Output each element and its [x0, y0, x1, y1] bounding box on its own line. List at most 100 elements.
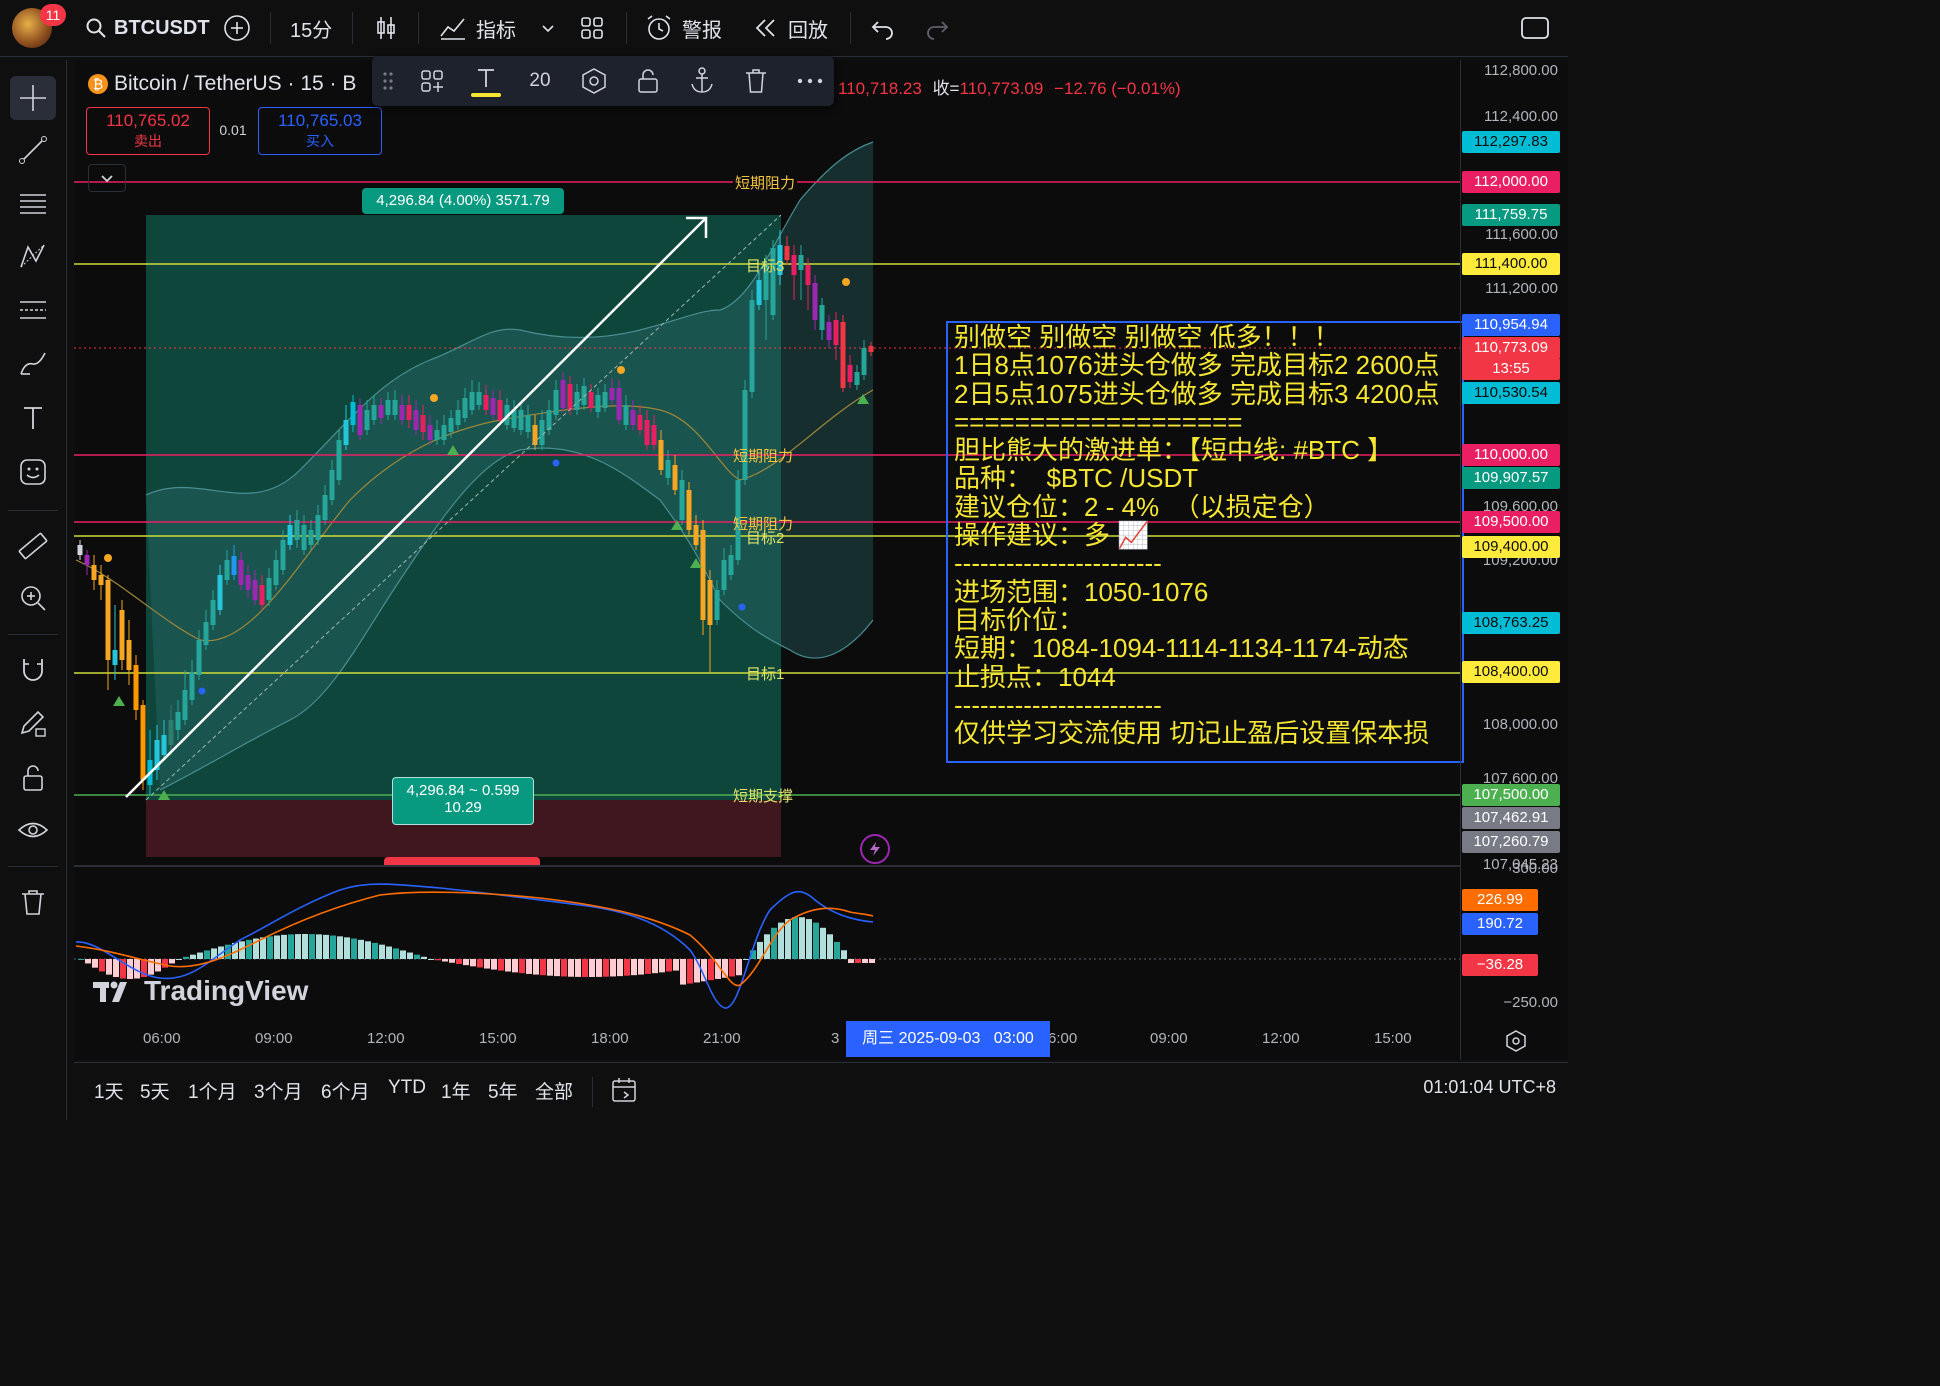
lock-drawing-button[interactable]	[628, 56, 668, 106]
clock-timezone[interactable]: 01:01:04 UTC+8	[1423, 1077, 1556, 1098]
range-button[interactable]: 5天	[140, 1077, 170, 1104]
text-tool[interactable]	[10, 396, 56, 440]
magnet-tool[interactable]	[10, 648, 56, 692]
position-info-box[interactable]: 4,296.84 ~ 0.599 10.29	[392, 777, 534, 825]
range-button[interactable]: 3个月	[254, 1077, 303, 1104]
candle-body	[112, 650, 118, 665]
macd-bar	[372, 942, 378, 959]
range-button[interactable]: 全部	[535, 1077, 573, 1104]
pencil-lock-icon	[20, 710, 46, 737]
candle-body	[133, 665, 139, 710]
buy-button[interactable]: 110,765.03 买入	[258, 107, 382, 155]
font-size-dropdown[interactable]: 20	[520, 56, 560, 106]
symbol-legend[interactable]: ₿ Bitcoin / TetherUS · 15 · B	[88, 70, 356, 98]
candle-body	[434, 430, 440, 440]
candle-body	[448, 418, 454, 432]
collapse-legend-button[interactable]	[88, 164, 126, 192]
delete-drawing-button[interactable]	[736, 56, 776, 106]
templates-button[interactable]	[412, 56, 452, 106]
more-options-button[interactable]	[790, 56, 830, 106]
drag-dots-icon	[383, 72, 393, 90]
grid-plus-icon	[421, 70, 443, 92]
eye-icon	[17, 822, 49, 838]
indicator-templates-dropdown[interactable]	[540, 0, 556, 56]
text-color-button[interactable]	[466, 56, 506, 106]
calendar-arrow-icon	[612, 1078, 636, 1102]
compare-symbol-button[interactable]	[222, 0, 252, 56]
trend-line-tool[interactable]	[10, 128, 56, 172]
interval-button[interactable]: 15分	[290, 0, 332, 56]
candle-body	[301, 525, 307, 550]
candles-icon	[377, 17, 395, 39]
alert-button[interactable]: 警报	[644, 0, 722, 56]
candle-body	[595, 395, 601, 412]
macd-bar	[393, 948, 399, 959]
axis-settings-button[interactable]	[1504, 1029, 1528, 1058]
lock-drawing-mode-tool[interactable]	[10, 702, 56, 746]
candle-body	[126, 640, 132, 670]
position-info-line1: 4,296.84 ~ 0.599	[406, 782, 520, 799]
lock-all-tool[interactable]	[10, 756, 56, 800]
range-button[interactable]: 1个月	[188, 1077, 237, 1104]
candle-body	[245, 575, 251, 590]
candle-body	[350, 402, 356, 425]
hide-drawings-tool[interactable]	[10, 808, 56, 852]
candle-body	[308, 530, 314, 545]
price-axis-tag: 112,297.83	[1462, 131, 1560, 153]
drawing-toolbar	[0, 60, 67, 1120]
crosshair-tool[interactable]	[10, 76, 56, 120]
drawing-style-toolbar[interactable]: 20	[372, 56, 834, 106]
candle-body	[462, 398, 468, 418]
fib-tool[interactable]	[10, 182, 56, 226]
sell-button[interactable]: 110,765.02 卖出	[86, 107, 210, 155]
measure-tool[interactable]	[10, 524, 56, 568]
delete-drawings-tool[interactable]	[10, 880, 56, 924]
events-button[interactable]	[860, 834, 890, 864]
candle-body	[252, 580, 258, 600]
macd-bar	[281, 934, 287, 959]
position-info-line2: 10.29	[444, 799, 482, 816]
candle-body	[364, 410, 370, 430]
range-button[interactable]: 1天	[94, 1077, 124, 1104]
range-button[interactable]: 5年	[488, 1077, 518, 1104]
layout-button[interactable]	[578, 0, 606, 56]
redo-button[interactable]	[924, 0, 950, 56]
candle-body	[567, 384, 573, 410]
candle-body	[455, 410, 461, 425]
note-line: 胆比熊大的激进单：【短中线: #BTC 】	[954, 435, 1394, 466]
settings-button[interactable]	[574, 56, 614, 106]
candle-body	[721, 560, 727, 590]
indicators-button[interactable]: 指标	[438, 0, 516, 56]
goto-date-button[interactable]	[610, 1075, 640, 1110]
macd-bar	[869, 959, 875, 963]
range-button[interactable]: 1年	[441, 1077, 471, 1104]
anchor-button[interactable]	[682, 56, 722, 106]
candle-body	[672, 465, 678, 490]
undo-button[interactable]	[870, 0, 896, 56]
analysis-text-note[interactable]: 别做空 别做空 别做空 低多！！！ 1日8点1076进头仓做多 完成目标2 260…	[946, 321, 1464, 763]
symbol-search-button[interactable]: BTCUSDT	[84, 0, 210, 56]
window-icon	[1521, 17, 1549, 39]
price-axis-tag: 108,763.25	[1462, 612, 1560, 634]
trash-icon	[746, 69, 766, 93]
candle-body	[686, 490, 692, 530]
drag-handle[interactable]	[376, 56, 400, 106]
zoom-tool[interactable]	[10, 576, 56, 620]
macd-bar	[568, 959, 574, 977]
pattern-tool[interactable]	[10, 234, 56, 278]
candle-body	[602, 392, 608, 408]
macd-bar	[554, 959, 560, 977]
chart-type-button[interactable]	[372, 0, 400, 56]
emoji-tool[interactable]	[10, 450, 56, 494]
forecast-tool[interactable]	[10, 288, 56, 332]
macd-bar	[736, 959, 742, 976]
range-button[interactable]: YTD	[388, 1077, 426, 1099]
position-target-label[interactable]: 4,296.84 (4.00%) 3571.79	[362, 188, 564, 214]
replay-button[interactable]: 回放	[752, 0, 828, 56]
smiley-icon	[20, 459, 46, 485]
range-button[interactable]: 6个月	[321, 1077, 370, 1104]
macd-bar	[484, 959, 490, 969]
change-value: −12.76 (−0.01%)	[1054, 79, 1181, 98]
fullscreen-button[interactable]	[1520, 0, 1550, 56]
brush-tool[interactable]	[10, 342, 56, 386]
